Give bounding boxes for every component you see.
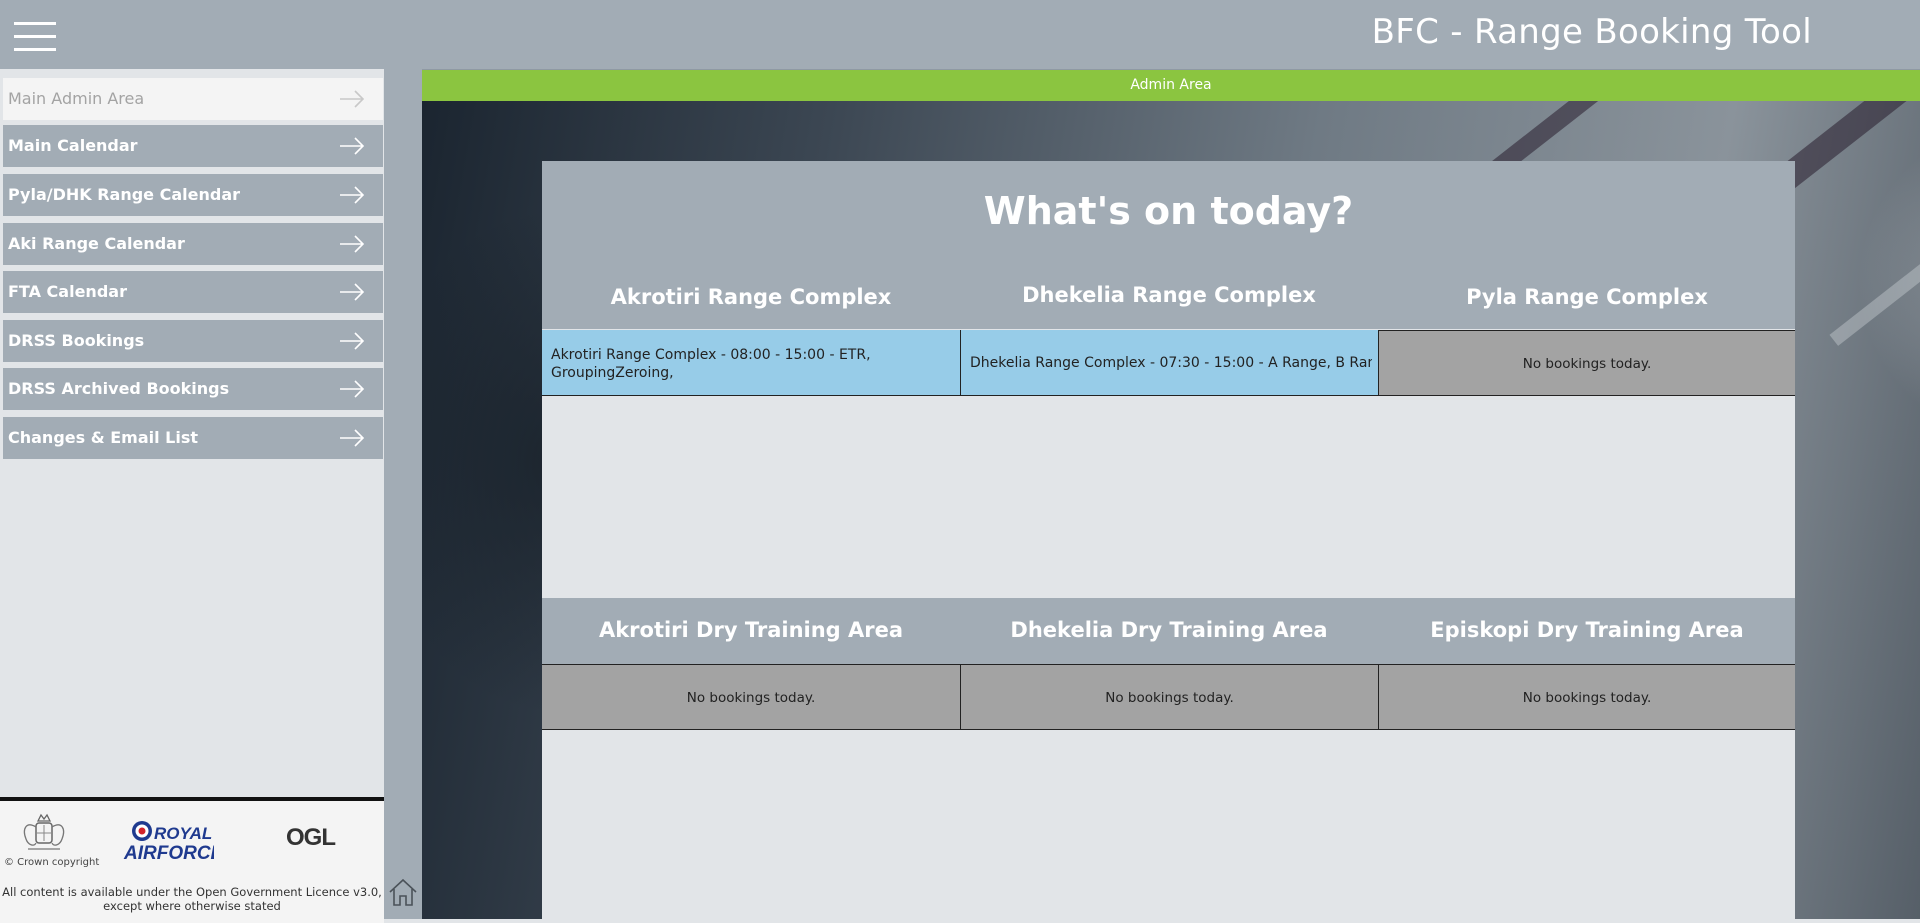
column-title-pyla-range: Pyla Range Complex bbox=[1466, 285, 1708, 309]
arrow-right-icon bbox=[339, 282, 365, 302]
arrow-right-icon bbox=[339, 89, 365, 109]
svg-text:AIRFORCE: AIRFORCE bbox=[123, 843, 214, 863]
nav-item-label: Main Admin Area bbox=[8, 89, 145, 108]
booking-text: Akrotiri Range Complex - 08:00 - 15:00 -… bbox=[551, 347, 871, 381]
nav-fta-calendar[interactable]: FTA Calendar bbox=[3, 271, 383, 313]
column-title-akrotiri-range: Akrotiri Range Complex bbox=[610, 285, 892, 309]
hamburger-menu-icon[interactable] bbox=[14, 22, 56, 51]
home-icon[interactable] bbox=[387, 876, 419, 908]
ogl-logo: OGL bbox=[284, 823, 340, 857]
booking-cell-akrotiri-dta: No bookings today. bbox=[542, 664, 960, 730]
booking-cell-akrotiri-range[interactable]: Akrotiri Range Complex - 08:00 - 15:00 -… bbox=[542, 330, 960, 396]
arrow-right-icon bbox=[339, 136, 365, 156]
training-areas-header: Akrotiri Dry Training Area Dhekelia Dry … bbox=[542, 598, 1795, 664]
nav-item-label: FTA Calendar bbox=[8, 282, 127, 301]
sidebar: Main Admin Area Main Calendar Pyla/DHK R… bbox=[0, 69, 384, 919]
nav-item-label: Aki Range Calendar bbox=[8, 234, 185, 253]
column-title-dhekelia-dta: Dhekelia Dry Training Area bbox=[1010, 618, 1328, 642]
whats-on-today-panel: What's on today? Akrotiri Range Complex … bbox=[542, 161, 1795, 919]
panel-header: What's on today? Akrotiri Range Complex … bbox=[542, 161, 1795, 329]
nav-drss-bookings[interactable]: DRSS Bookings bbox=[3, 320, 383, 362]
booking-cell-dhekelia-range[interactable]: Dhekelia Range Complex - 07:30 - 15:00 -… bbox=[960, 330, 1378, 396]
nav-pyla-dhk-range-calendar[interactable]: Pyla/DHK Range Calendar bbox=[3, 174, 383, 216]
app-header: BFC - Range Booking Tool bbox=[0, 0, 1920, 70]
arrow-right-icon bbox=[339, 185, 365, 205]
arrow-right-icon bbox=[339, 331, 365, 351]
nav-main-calendar[interactable]: Main Calendar bbox=[3, 125, 383, 167]
raf-logo: ROYAL AIRFORCE bbox=[122, 819, 225, 864]
licence-notice: All content is available under the Open … bbox=[2, 885, 382, 913]
crown-copyright: © Crown copyright bbox=[4, 857, 100, 868]
nav-changes-email-list[interactable]: Changes & Email List bbox=[3, 417, 383, 459]
nav-item-label: Changes & Email List bbox=[8, 428, 199, 447]
app-title: BFC - Range Booking Tool bbox=[1371, 12, 1812, 52]
admin-area-bar: Admin Area bbox=[422, 70, 1920, 101]
panel-title: What's on today? bbox=[983, 189, 1354, 233]
sidebar-rail bbox=[384, 69, 422, 919]
nav-item-label: Pyla/DHK Range Calendar bbox=[8, 185, 241, 204]
column-title-dhekelia-range: Dhekelia Range Complex bbox=[1022, 283, 1316, 307]
sidebar-footer: © Crown copyright ROYAL AIRFORCE OGL All… bbox=[0, 797, 384, 923]
arrow-right-icon bbox=[339, 234, 365, 254]
nav-item-label: Main Calendar bbox=[8, 136, 138, 155]
svg-text:OGL: OGL bbox=[286, 824, 335, 851]
arrow-right-icon bbox=[339, 428, 365, 448]
column-title-akrotiri-dta: Akrotiri Dry Training Area bbox=[598, 618, 904, 642]
svg-text:ROYAL: ROYAL bbox=[154, 824, 212, 843]
booking-text: Dhekelia Range Complex - 07:30 - 15:00 -… bbox=[970, 355, 1372, 371]
nav-item-label: DRSS Archived Bookings bbox=[8, 379, 230, 398]
nav-aki-range-calendar[interactable]: Aki Range Calendar bbox=[3, 223, 383, 265]
nav-drss-archived-bookings[interactable]: DRSS Archived Bookings bbox=[3, 368, 383, 410]
booking-cell-pyla-range: No bookings today. bbox=[1378, 330, 1795, 396]
royal-crest-icon bbox=[16, 809, 72, 857]
arrow-right-icon bbox=[339, 379, 365, 399]
booking-cell-episkopi-dta: No bookings today. bbox=[1378, 664, 1795, 730]
nav-item-label: DRSS Bookings bbox=[8, 331, 145, 350]
booking-cell-dhekelia-dta: No bookings today. bbox=[960, 664, 1378, 730]
column-title-episkopi-dta: Episkopi Dry Training Area bbox=[1430, 618, 1744, 642]
nav-main-admin-area[interactable]: Main Admin Area bbox=[3, 78, 383, 120]
